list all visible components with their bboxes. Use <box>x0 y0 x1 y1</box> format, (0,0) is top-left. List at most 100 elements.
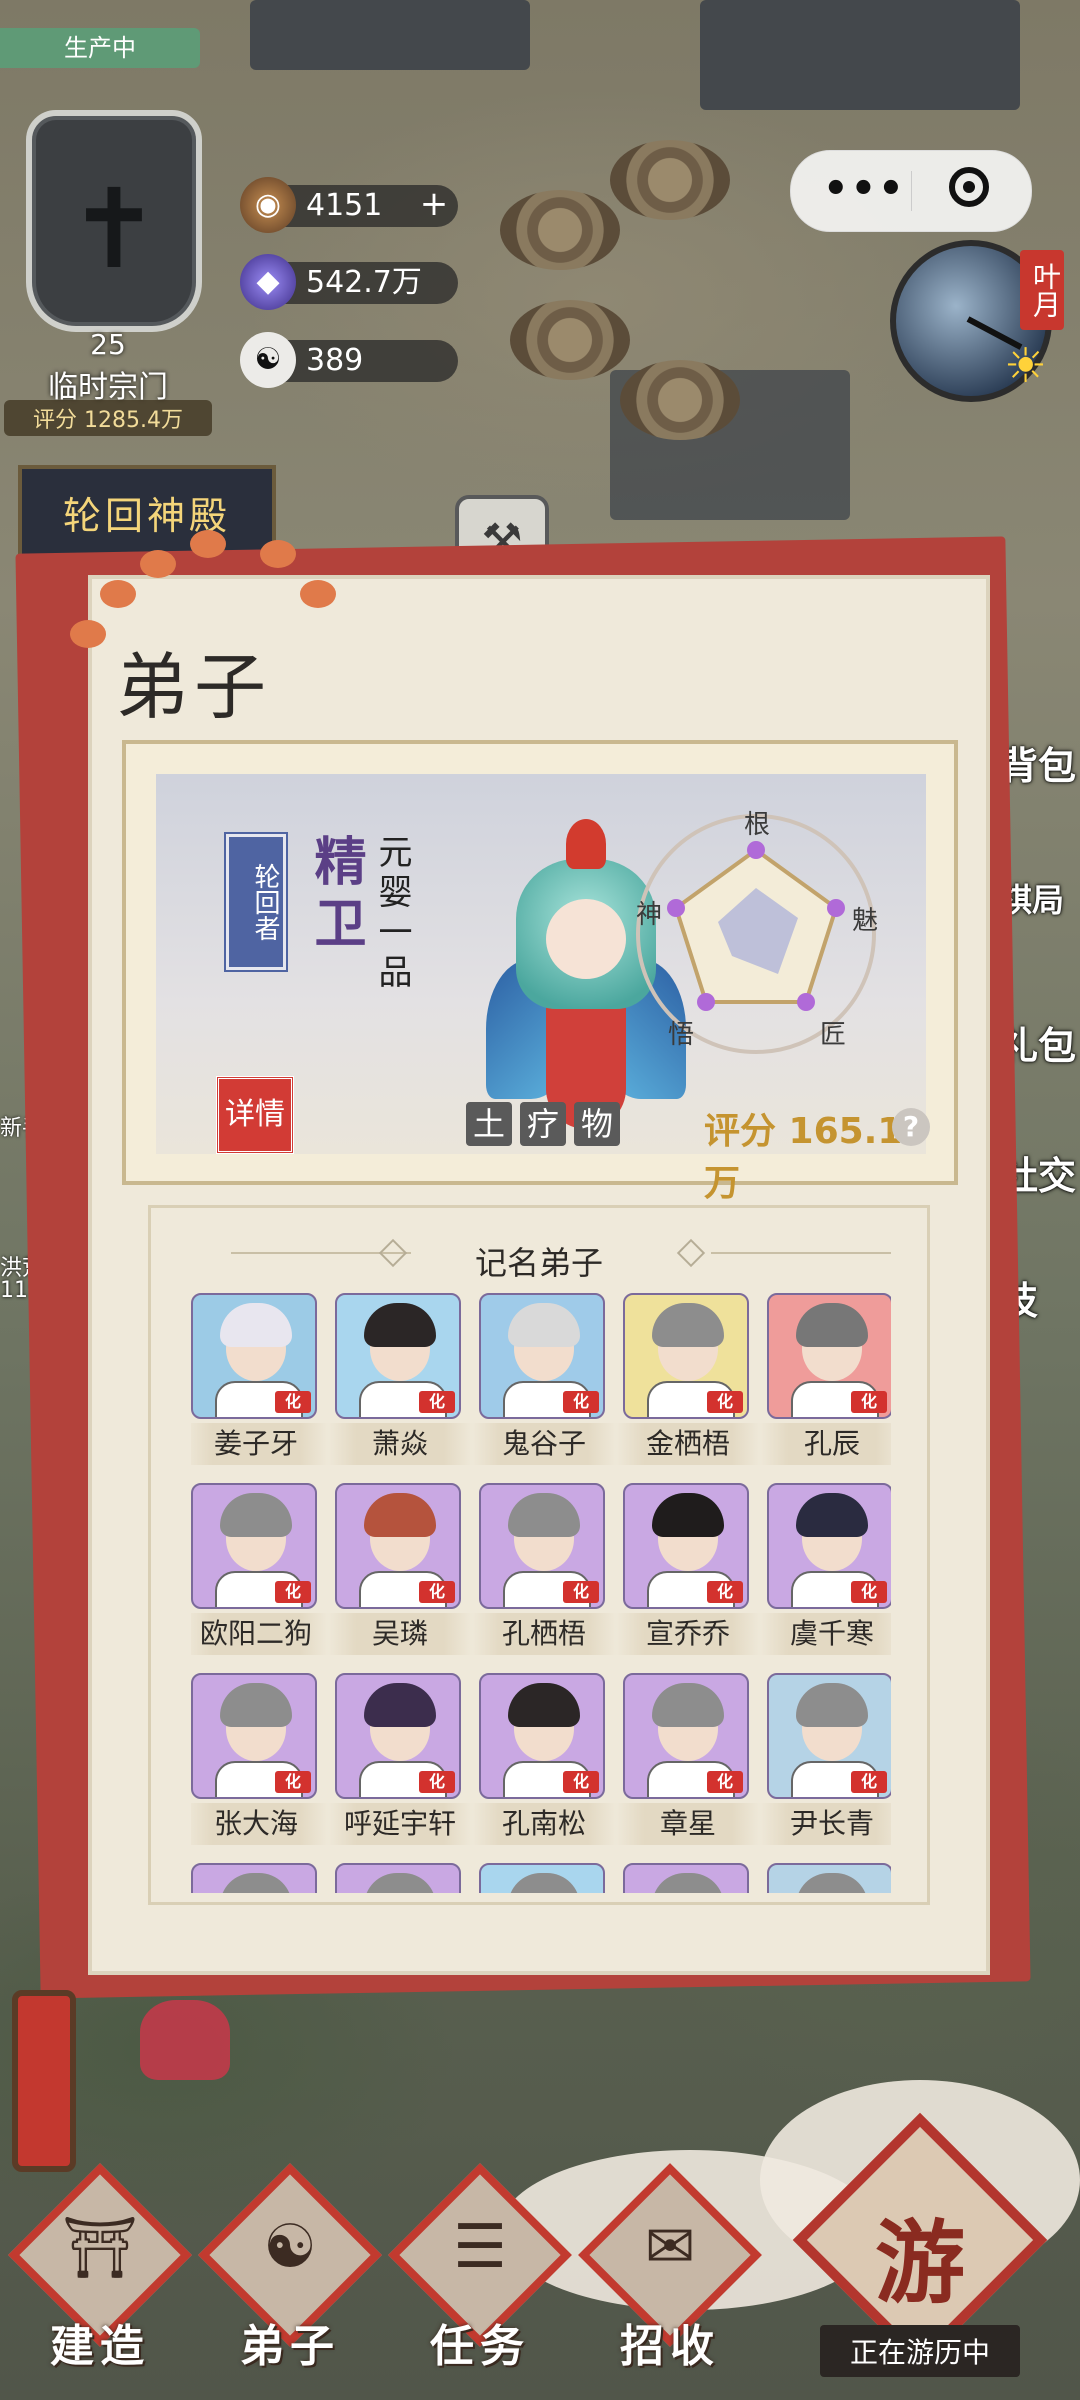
sect-emblem[interactable]: ✝ 25 临时宗门 评分 1285.4万 <box>4 90 212 436</box>
avatar: 化 <box>335 1293 461 1419</box>
close-miniprogram-button[interactable] <box>949 167 989 207</box>
more-menu-button[interactable]: ••• <box>823 169 906 209</box>
nav-label: 任务 <box>430 2321 530 2372</box>
disciple-card[interactable]: 化呼延宇轩 <box>327 1673 473 1853</box>
transform-badge: 化 <box>563 1581 599 1603</box>
sun-icon: ☀ <box>1004 338 1048 394</box>
disciple-rank: 元婴一品 <box>372 834 412 994</box>
tree-stump <box>610 140 730 220</box>
travel-status: 正在游历中 <box>820 2325 1020 2377</box>
resource-yin-yang[interactable]: ☯ 389 <box>240 332 458 388</box>
disciple-name: 吴璘 <box>327 1613 473 1655</box>
add-resource-button[interactable]: + <box>416 187 452 223</box>
disciple-card[interactable]: 化金栖梧 <box>615 1293 761 1473</box>
nav-label: 招收 <box>620 2321 720 2372</box>
disciple-card[interactable]: 化 <box>191 1863 321 1893</box>
disciple-card[interactable]: 化吴璘 <box>327 1483 473 1663</box>
radar-node <box>747 841 765 859</box>
disciple-card[interactable]: 化 <box>335 1863 465 1893</box>
disciple-card[interactable]: 化 <box>479 1863 609 1893</box>
nav-disciples[interactable]: ☯ 弟子 <box>198 2163 382 2372</box>
disciple-name: 虞千寒 <box>759 1613 891 1655</box>
transform-badge: 化 <box>419 1581 455 1603</box>
sect-shield: ✝ <box>26 110 202 332</box>
radar-node <box>827 899 845 917</box>
avatar: 化 <box>767 1673 891 1799</box>
tree-stump <box>500 190 620 270</box>
disciple-card[interactable]: 化尹长青 <box>759 1673 891 1853</box>
hair <box>220 1683 292 1727</box>
side-item-bag[interactable]: 背包 <box>1000 735 1080 790</box>
radar-label-insight: 悟 <box>668 1020 695 1050</box>
trait-tag: 疗 <box>520 1102 566 1146</box>
detail-button[interactable]: 详情 <box>216 1076 294 1154</box>
miniprogram-capsule: ••• <box>790 150 1032 232</box>
transform-badge: 化 <box>275 1771 311 1793</box>
avatar: 化 <box>767 1483 891 1609</box>
hair <box>364 1873 436 1893</box>
avatar: 化 <box>335 1673 461 1799</box>
avatar: 化 <box>623 1483 749 1609</box>
avatar: 化 <box>191 1293 317 1419</box>
panel-title: 弟子 <box>116 645 273 729</box>
disciple-card[interactable]: 化虞千寒 <box>759 1483 891 1663</box>
disciple-card[interactable]: 化孔辰 <box>759 1293 891 1473</box>
disciple-card[interactable]: 化孔南松 <box>471 1673 617 1853</box>
avatar: 化 <box>623 1673 749 1799</box>
hair <box>220 1303 292 1347</box>
disciple-card[interactable]: 化孔栖梧 <box>471 1483 617 1663</box>
featured-disciple-card[interactable]: 轮回者 精卫 元婴一品 详情 根 魅 匠 悟 神 土 疗 物 评分 165.1万… <box>122 740 958 1204</box>
transform-badge: 化 <box>707 1581 743 1603</box>
disciple-name: 宣乔乔 <box>615 1613 761 1655</box>
side-item-chess[interactable]: 棋局 <box>1000 875 1080 921</box>
nav-label: 建造 <box>50 2321 150 2372</box>
transform-badge: 化 <box>275 1581 311 1603</box>
scroll-banner-icon[interactable] <box>12 1990 76 2172</box>
hair <box>652 1493 724 1537</box>
hair <box>508 1683 580 1727</box>
disciple-card[interactable]: 化鬼谷子 <box>471 1293 617 1473</box>
disciple-name: 金栖梧 <box>615 1423 761 1465</box>
travel-button[interactable]: 游 正在游历中 <box>792 2112 1048 2377</box>
hair <box>364 1303 436 1347</box>
resource-spirit-stone[interactable]: ◉ 4151 + <box>240 177 458 233</box>
disciple-name: 尹长青 <box>759 1803 891 1845</box>
nav-recruit[interactable]: ✉ 招收 <box>578 2163 762 2372</box>
transform-badge: 化 <box>275 1391 311 1413</box>
hair <box>220 1873 292 1893</box>
transform-badge: 化 <box>563 1391 599 1413</box>
disciple-name: 萧焱 <box>327 1423 473 1465</box>
disciple-grid[interactable]: 化姜子牙化萧焱化鬼谷子化金栖梧化孔辰化欧阳二狗化吴璘化孔栖梧化宣乔乔化虞千寒化张… <box>191 1293 891 1893</box>
reincarnator-badge: 轮回者 <box>226 834 286 970</box>
face <box>546 899 626 979</box>
resource-crystal[interactable]: ◆ 542.7万 <box>240 254 458 310</box>
resource-value: 389 <box>306 343 364 378</box>
avatar: 化 <box>479 1673 605 1799</box>
disciple-card[interactable]: 化章星 <box>615 1673 761 1853</box>
hair <box>652 1303 724 1347</box>
avatar: 化 <box>479 1293 605 1419</box>
trait-tags: 土 疗 物 <box>466 1102 620 1146</box>
resource-value: 542.7万 <box>306 265 422 300</box>
disciple-card[interactable]: 化张大海 <box>191 1673 329 1853</box>
nav-tasks[interactable]: ☰ 任务 <box>388 2163 572 2372</box>
disciple-card[interactable]: 化姜子牙 <box>191 1293 329 1473</box>
bird-crest <box>566 819 606 869</box>
hair <box>796 1873 868 1893</box>
scroll-icon: ☰ <box>453 2212 507 2282</box>
radar-label-spirit: 神 <box>636 900 663 930</box>
disciple-card[interactable]: 化 <box>623 1863 753 1893</box>
disciple-card[interactable]: 化萧焱 <box>327 1293 473 1473</box>
disciple-name: 孔辰 <box>759 1423 891 1465</box>
disciple-card[interactable]: 化宣乔乔 <box>615 1483 761 1663</box>
avatar: 化 <box>479 1863 605 1893</box>
disciple-card[interactable]: 化 <box>767 1863 891 1893</box>
disciple-name: 精卫 <box>305 834 365 958</box>
avatar: 化 <box>623 1293 749 1419</box>
disciple-name: 孔栖梧 <box>471 1613 617 1655</box>
disciple-card[interactable]: 化欧阳二狗 <box>191 1483 329 1663</box>
nav-build[interactable]: ⛩ 建造 <box>8 2163 192 2372</box>
help-icon[interactable]: ? <box>892 1108 930 1146</box>
hair <box>364 1683 436 1727</box>
transform-badge: 化 <box>419 1771 455 1793</box>
